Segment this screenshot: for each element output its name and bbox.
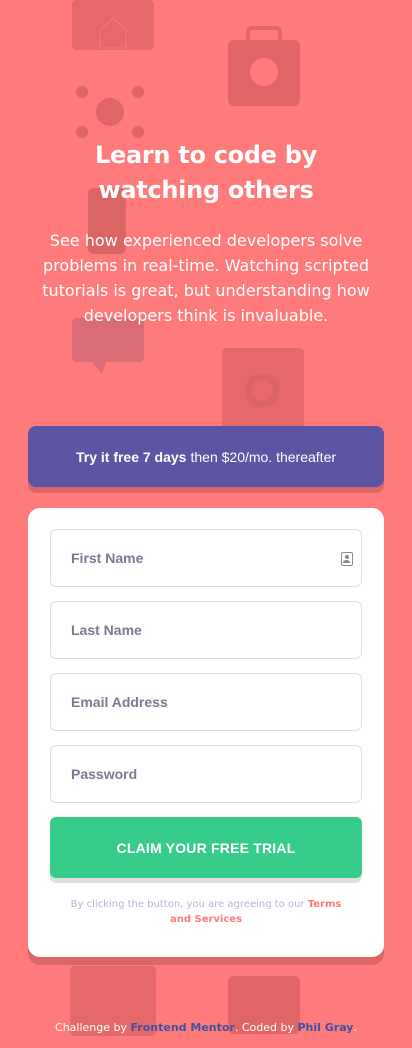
author-link[interactable]: Phil Gray [297, 1021, 353, 1034]
hero-description: See how experienced developers solve pro… [42, 231, 370, 325]
email-input[interactable] [51, 674, 361, 730]
page-title: Learn to code by watching others [95, 141, 317, 204]
first-name-field [50, 529, 362, 587]
last-name-field [50, 601, 362, 659]
trial-offer-banner: Try it free 7 days then $20/mo. thereaft… [28, 426, 384, 487]
footer-prefix: Challenge by [55, 1021, 127, 1034]
browser-search-icon [222, 348, 304, 438]
first-name-input[interactable] [51, 530, 361, 586]
footer-suffix: . [353, 1021, 357, 1034]
attribution-footer: Challenge by Frontend Mentor. Coded by P… [0, 1021, 412, 1034]
toolbox-icon [228, 26, 300, 106]
last-name-input[interactable] [51, 602, 361, 658]
contact-autofill-icon[interactable] [341, 552, 353, 566]
claim-trial-button[interactable]: CLAIM YOUR FREE TRIAL [50, 817, 362, 878]
signup-form: CLAIM YOUR FREE TRIAL By clicking the bu… [28, 508, 384, 957]
house-icon [72, 0, 154, 50]
terms-prefix: By clicking the button, you are agreeing… [70, 899, 305, 910]
network-icon [76, 86, 144, 138]
offer-rest-text: then $20/mo. thereafter [190, 448, 337, 465]
offer-bold-text: Try it free 7 days [75, 448, 187, 465]
hero-section: Learn to code by watching others See how… [0, 138, 412, 328]
footer-middle: . Coded by [234, 1021, 294, 1034]
email-field [50, 673, 362, 731]
terms-notice: By clicking the button, you are agreeing… [50, 897, 362, 927]
frontend-mentor-link[interactable]: Frontend Mentor [131, 1021, 235, 1034]
password-field [50, 745, 362, 803]
password-input[interactable] [51, 746, 361, 802]
